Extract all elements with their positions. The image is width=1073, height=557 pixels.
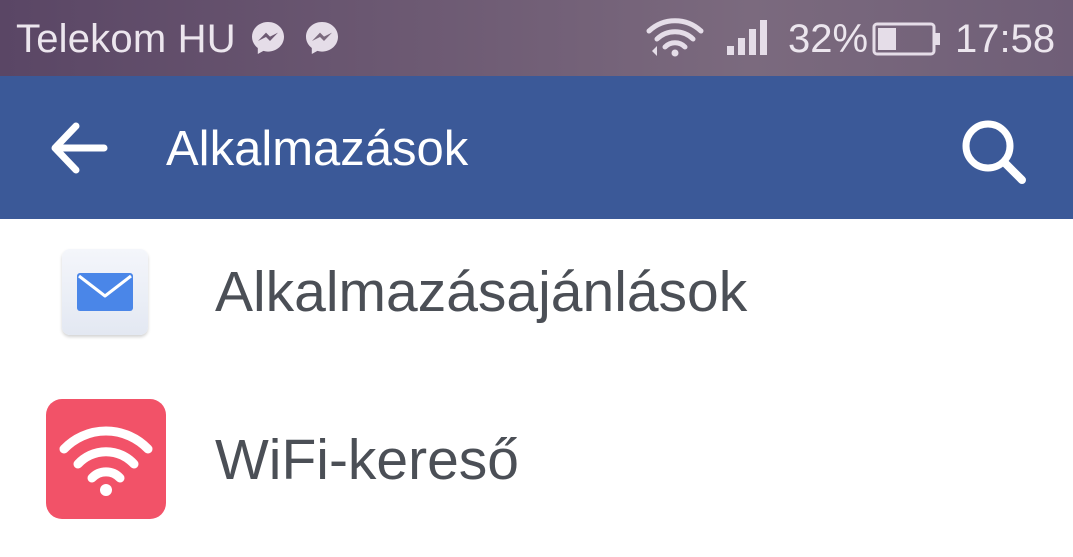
back-button[interactable]	[46, 118, 116, 178]
back-arrow-icon	[51, 122, 108, 174]
battery-icon	[872, 22, 940, 56]
wifi-icon	[646, 18, 704, 57]
search-button[interactable]	[954, 114, 1034, 188]
list-item-label: WiFi-kereső	[215, 428, 520, 492]
app-bar: Alkalmazások	[0, 76, 1073, 219]
signal-icon	[727, 20, 767, 55]
status-bar: Telekom HU 32% 17:58	[0, 0, 1073, 76]
wifi-icon	[46, 399, 166, 519]
list-item[interactable]: Alkalmazásajánlások	[0, 219, 1073, 369]
page-title: Alkalmazások	[166, 122, 469, 176]
messenger-icon	[252, 22, 284, 54]
app-list: Alkalmazásajánlások WiFi-kereső	[0, 219, 1073, 557]
clock: 17:58	[955, 17, 1056, 61]
battery-percent: 32%	[788, 17, 869, 61]
search-icon	[962, 120, 1026, 184]
messenger-icon	[306, 22, 338, 54]
carrier-name: Telekom HU	[16, 17, 236, 61]
mail-icon	[62, 249, 148, 335]
list-item-label: Alkalmazásajánlások	[215, 260, 748, 324]
